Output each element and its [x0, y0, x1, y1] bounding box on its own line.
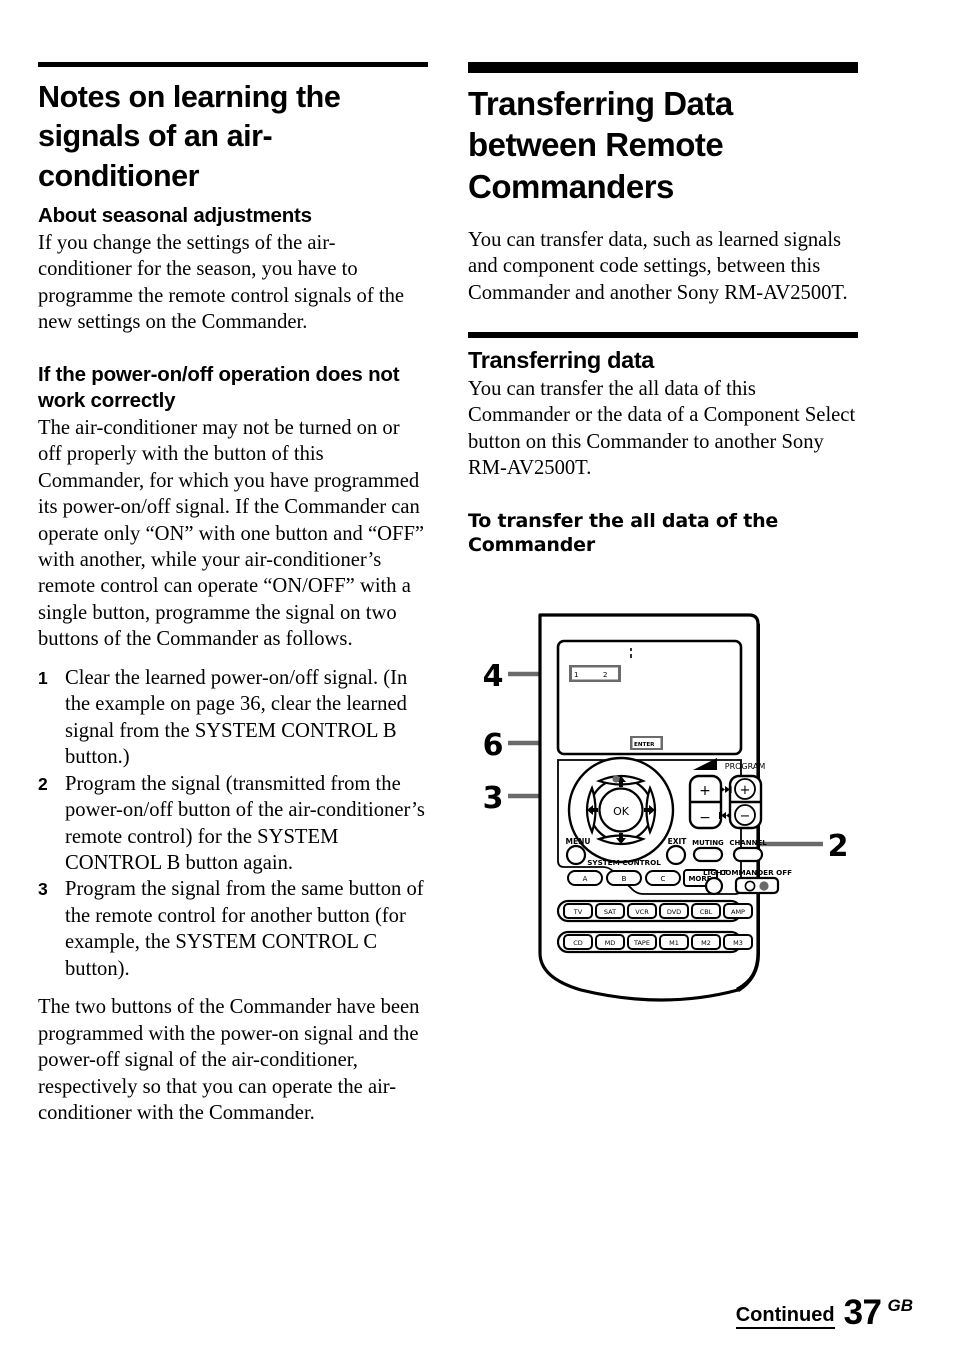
component-button-vcr-label: VCR: [635, 908, 649, 916]
exit-label: EXIT: [668, 837, 688, 846]
component-select-row-1: TV SAT VCR DVD CBL AMP: [556, 899, 753, 923]
lcd-enter-label: ENTER: [634, 742, 655, 748]
step-text: Program the signal (transmitted from the…: [65, 772, 425, 874]
steps-list: 1 Clear the learned power-on/off signal.…: [38, 665, 428, 982]
component-button-m3-label: M3: [733, 939, 743, 947]
right-column: Transferring Data between Remote Command…: [468, 62, 858, 560]
transferring-data-rule: [468, 332, 858, 339]
left-column-title: Notes on learning the signals of an air-…: [38, 80, 341, 193]
left-column: Notes on learning the signals of an air-…: [38, 62, 428, 1127]
program-down-label: −: [740, 809, 751, 824]
muting-label: MUTING: [692, 839, 724, 847]
step-number: 3: [38, 879, 48, 900]
right-column-title: Transferring Data between Remote Command…: [468, 85, 733, 205]
remote-commander-figure: 1 2 ENTER OK MENU EXIT SYSTEM CONTROL A …: [468, 598, 858, 1010]
volume-down-label: −: [699, 810, 711, 826]
continued-label: Continued: [735, 1304, 835, 1329]
paragraph-seasonal-adjustments: If you change the settings of the air-co…: [38, 231, 405, 334]
left-column-top-rule: [38, 62, 428, 67]
callout-number-2: 2: [828, 829, 849, 864]
step-item: 2 Program the signal (transmitted from t…: [38, 771, 428, 877]
paragraph-transfer-intro: You can transfer data, such as learned s…: [468, 228, 848, 304]
exit-button: [665, 844, 687, 866]
lcd-page-indicator-1: 1: [574, 671, 578, 679]
heading-power-on-off-operation: If the power-on/off operation does not w…: [38, 363, 400, 413]
callout-2-anchor-dot: [759, 881, 769, 891]
channel-button: [732, 846, 764, 863]
step-text: Program the signal from the same button …: [65, 878, 424, 980]
step-number: 2: [38, 773, 48, 794]
callout-number-6: 6: [483, 728, 504, 763]
step-number: 1: [38, 667, 48, 688]
paragraph-transferring-data: You can transfer the all data of this Co…: [468, 377, 856, 480]
volume-up-label: +: [699, 783, 711, 799]
lcd-page-indicator-inner: [572, 667, 618, 680]
manual-page: Notes on learning the signals of an air-…: [0, 0, 954, 1357]
navigation-pad: OK: [567, 756, 675, 864]
component-button-amp-label: AMP: [731, 908, 745, 916]
heading-to-transfer-all-data: To transfer the all data of the Commande…: [468, 509, 779, 557]
right-column-top-rule: [468, 62, 858, 73]
system-control-c-label: C: [661, 875, 666, 883]
channel-label: CHANNEL: [729, 839, 767, 847]
component-button-sat-label: SAT: [604, 908, 616, 916]
component-button-cd-label: CD: [573, 939, 583, 947]
component-button-dvd-label: DVD: [667, 908, 681, 916]
callout-number-4: 4: [483, 659, 504, 694]
component-button-tape-label: TAPE: [633, 939, 650, 947]
program-up-label: +: [740, 783, 751, 798]
callout-3-anchor-dot: [612, 775, 620, 783]
menu-button: [565, 844, 587, 866]
lcd-page-indicator-2: 2: [603, 671, 607, 679]
component-button-m2-label: M2: [701, 939, 711, 947]
component-button-tv-label: TV: [573, 908, 583, 916]
commander-off-button: [734, 876, 780, 895]
step-item: 1 Clear the learned power-on/off signal.…: [38, 665, 428, 771]
component-button-cbl-label: CBL: [700, 908, 713, 916]
page-footer: Continued 37 GB: [735, 1292, 916, 1332]
step-item: 3 Program the signal from the same butto…: [38, 876, 428, 982]
page-number: 37: [843, 1292, 882, 1332]
light-button: [704, 876, 724, 896]
component-button-md-label: MD: [605, 939, 616, 947]
step-text: Clear the learned power-on/off signal. (…: [65, 666, 408, 769]
system-control-a-label: A: [583, 875, 588, 883]
system-control-b-label: B: [622, 875, 627, 883]
commander-off-label: COMMANDER OFF: [720, 868, 792, 877]
component-select-row-2: CD MD TAPE M1 M2 M3: [556, 930, 753, 954]
ok-button-label: OK: [613, 805, 630, 818]
menu-label: MENU: [566, 837, 591, 846]
heading-about-seasonal-adjustments: About seasonal adjustments: [38, 204, 312, 228]
program-label: PROGRAM: [725, 762, 766, 771]
callout-number-3: 3: [483, 781, 504, 816]
heading-transferring-data: Transferring data: [468, 347, 655, 374]
page-region-suffix: GB: [887, 1296, 914, 1315]
component-button-m1-label: M1: [669, 939, 679, 947]
commander-off-indicator: [744, 880, 756, 892]
system-control-label: SYSTEM CONTROL: [587, 858, 661, 867]
muting-button: [692, 846, 724, 863]
paragraph-closing-two-buttons: The two buttons of the Commander have be…: [38, 996, 420, 1125]
paragraph-power-on-off: The air-conditioner may not be turned on…: [38, 416, 425, 651]
